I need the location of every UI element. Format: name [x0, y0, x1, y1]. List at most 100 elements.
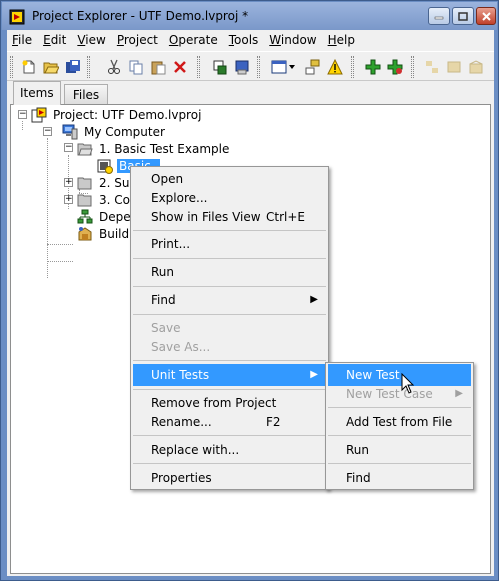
- title-bar[interactable]: Project Explorer - UTF Demo.lvproj *: [2, 2, 497, 30]
- build-specs-icon: [78, 226, 92, 240]
- dependencies-icon: [77, 209, 93, 223]
- menu-help[interactable]: Help: [323, 31, 360, 49]
- add-group-icon[interactable]: [385, 57, 405, 77]
- view-icon[interactable]: [269, 57, 289, 77]
- delete-icon[interactable]: [170, 57, 190, 77]
- maximize-button[interactable]: [452, 7, 474, 25]
- menu-separator: [328, 407, 471, 408]
- menu-item-find-tests[interactable]: Find: [328, 467, 471, 489]
- minimize-icon: [434, 16, 444, 20]
- menu-separator: [133, 258, 326, 259]
- add-item-icon[interactable]: [210, 57, 230, 77]
- menu-window[interactable]: Window: [264, 31, 321, 49]
- tree-item-my-computer[interactable]: My Computer: [62, 123, 167, 140]
- menu-item-find[interactable]: Find ▶: [133, 289, 326, 311]
- window-title: Project Explorer - UTF Demo.lvproj *: [32, 9, 249, 23]
- menu-item-add-test-from-file[interactable]: Add Test from File: [328, 411, 471, 433]
- toolbar-grip[interactable]: [87, 56, 90, 78]
- toolbar-grip[interactable]: [10, 56, 13, 78]
- tab-files-label: Files: [72, 88, 100, 102]
- build-icon[interactable]: [232, 57, 252, 77]
- tab-items[interactable]: Items: [13, 81, 61, 105]
- close-button[interactable]: [476, 7, 496, 25]
- tree-connector: [47, 138, 48, 278]
- folder-icon: [77, 177, 92, 189]
- menu-separator: [133, 435, 326, 436]
- collapse-icon: [444, 57, 464, 77]
- cut-icon[interactable]: [104, 57, 124, 77]
- toolbar-grip[interactable]: [351, 56, 354, 78]
- submenu-arrow-icon: ▶: [310, 294, 318, 305]
- tree-label-project: Project: UTF Demo.lvproj: [53, 107, 202, 122]
- expander-project[interactable]: −: [18, 110, 27, 119]
- folder-open-icon: [77, 143, 93, 155]
- menu-operate[interactable]: Operate: [164, 31, 223, 49]
- expand-all-icon: [422, 57, 442, 77]
- hierarchy-icon[interactable]: [303, 57, 323, 77]
- menu-item-replace-with[interactable]: Replace with...: [133, 439, 326, 461]
- menu-separator: [328, 463, 471, 464]
- save-all-icon[interactable]: [63, 57, 83, 77]
- tree-item-project[interactable]: Project: UTF Demo.lvproj: [31, 106, 203, 123]
- tree-connector: [47, 261, 73, 262]
- open-folder-icon[interactable]: [41, 57, 61, 77]
- toolbar-grip[interactable]: [257, 56, 260, 78]
- submenu-arrow-icon: ▶: [310, 369, 318, 380]
- menu-item-properties[interactable]: Properties: [133, 467, 326, 489]
- menu-separator: [133, 463, 326, 464]
- menu-separator: [328, 435, 471, 436]
- submenu-arrow-icon: ▶: [455, 388, 463, 399]
- mouse-cursor-icon: [401, 373, 415, 394]
- menu-bar: File Edit View Project Operate Tools Win…: [7, 30, 494, 50]
- menu-item-rename[interactable]: Rename... F2: [133, 411, 326, 433]
- toolbar: [7, 51, 494, 81]
- menu-separator: [133, 286, 326, 287]
- tree-connector: [47, 244, 73, 245]
- menu-project[interactable]: Project: [112, 31, 163, 49]
- tab-files[interactable]: Files: [64, 84, 108, 104]
- minimize-button[interactable]: [428, 7, 450, 25]
- menu-item-unit-tests[interactable]: Unit Tests ▶: [133, 364, 326, 386]
- menu-view[interactable]: View: [72, 31, 110, 49]
- menu-separator: [133, 360, 326, 361]
- tab-strip: Items Files: [7, 81, 494, 105]
- menu-separator: [133, 389, 326, 390]
- tree-label-folder-1: 1. Basic Test Example: [99, 141, 230, 156]
- menu-separator: [133, 230, 326, 231]
- shortcut-label: Ctrl+E: [266, 210, 305, 224]
- tree-label-my-computer: My Computer: [84, 124, 165, 139]
- paste-icon[interactable]: [148, 57, 168, 77]
- vi-icon: [97, 159, 113, 174]
- shortcut-label: F2: [266, 415, 281, 429]
- menu-item-print[interactable]: Print...: [133, 233, 326, 255]
- expander-computer[interactable]: −: [43, 127, 52, 136]
- menu-tools[interactable]: Tools: [224, 31, 264, 49]
- menu-item-run-tests[interactable]: Run: [328, 439, 471, 461]
- menu-item-save-as: Save As...: [151, 340, 211, 354]
- unit-tests-submenu: New Test New Test Case ▶ Add Test from F…: [325, 362, 474, 490]
- menu-item-new-test-case: New Test Case ▶: [328, 383, 471, 405]
- copy-icon[interactable]: [126, 57, 146, 77]
- close-icon: [481, 11, 491, 21]
- warning-icon[interactable]: [325, 57, 345, 77]
- folder-icon: [77, 194, 92, 206]
- toolbar-grip[interactable]: [197, 56, 200, 78]
- menu-item-run[interactable]: Run: [133, 261, 326, 283]
- menu-separator: [133, 314, 326, 315]
- menu-edit[interactable]: Edit: [38, 31, 71, 49]
- labview-app-icon: [9, 9, 25, 25]
- menu-file[interactable]: File: [7, 31, 37, 49]
- expander-folder-1[interactable]: −: [64, 143, 73, 152]
- expander-folder-2[interactable]: +: [64, 178, 73, 187]
- menu-item-show-in-files-view[interactable]: Show in Files View Ctrl+E: [133, 206, 326, 228]
- computer-icon: [62, 124, 78, 139]
- chevron-down-icon[interactable]: [287, 57, 297, 77]
- tree-item-folder-1[interactable]: 1. Basic Test Example: [77, 140, 231, 157]
- expander-folder-3[interactable]: +: [64, 195, 73, 204]
- add-green-icon[interactable]: [363, 57, 383, 77]
- toolbar-grip[interactable]: [411, 56, 414, 78]
- tab-items-label: Items: [20, 86, 54, 100]
- maximize-icon: [458, 11, 468, 21]
- package-icon: [466, 57, 486, 77]
- new-icon[interactable]: [19, 57, 39, 77]
